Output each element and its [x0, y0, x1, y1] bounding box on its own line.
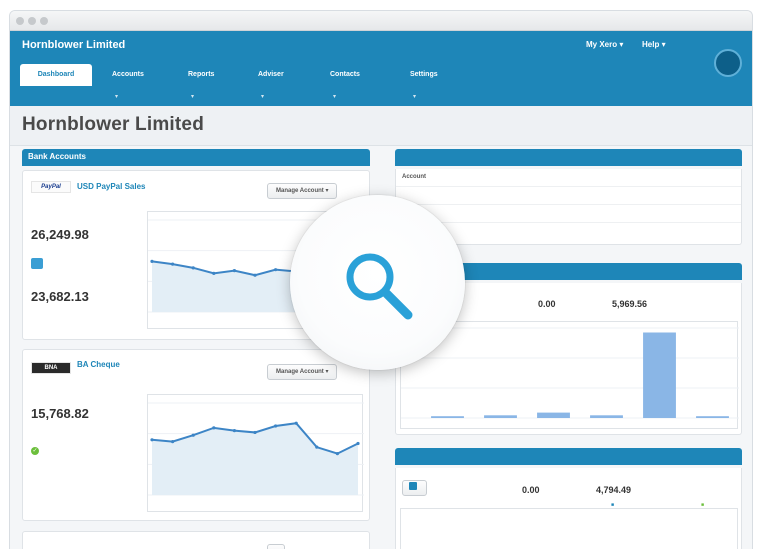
money-in-bar-chart: [401, 327, 739, 419]
bank-logo: BNA: [31, 362, 71, 374]
account-chart-cheque: [147, 394, 364, 512]
window-chrome: [10, 11, 752, 31]
help-menu[interactable]: Help ▾: [642, 40, 666, 49]
data-point: [191, 433, 195, 437]
account-name[interactable]: BA Cheque: [77, 360, 120, 369]
data-point: [232, 429, 236, 433]
statement-balance: 15,768.82: [31, 406, 89, 421]
window-minimize-icon[interactable]: [28, 17, 36, 25]
tab-accounts[interactable]: Accounts▾: [102, 64, 154, 100]
data-point: [253, 273, 257, 277]
data-point: [315, 445, 319, 449]
bank-account-card-cheque: BNA BA Cheque Manage Account ▾ 15,768.82…: [22, 349, 370, 521]
window-close-icon[interactable]: [16, 17, 24, 25]
bar: [696, 416, 729, 418]
data-point: [335, 452, 339, 456]
bar: [484, 415, 517, 418]
avatar[interactable]: [714, 49, 742, 77]
invoice-icon: [409, 482, 417, 490]
tab-settings[interactable]: Settings▾: [400, 64, 448, 100]
manage-account-button[interactable]: Manage Account ▾: [267, 364, 338, 380]
data-point: [191, 266, 195, 270]
balance-in-xero: 23,682.13: [31, 289, 89, 304]
bar: [590, 415, 623, 418]
bar: [431, 416, 464, 418]
data-point: [356, 441, 360, 446]
bar: [643, 332, 676, 418]
legend-paid: ■: [701, 502, 705, 508]
bank-account-card-savings: [22, 531, 370, 549]
table-header-row: Account: [396, 169, 741, 187]
tab-contacts[interactable]: Contacts▾: [320, 64, 370, 100]
add-payable-invoice-button[interactable]: [402, 480, 427, 496]
money-in-chart: [400, 321, 739, 429]
org-name[interactable]: Hornblower Limited: [22, 39, 125, 51]
tab-dashboard[interactable]: Dashboard: [20, 64, 92, 86]
data-point: [171, 262, 175, 266]
page-title: Hornblower Limited: [22, 114, 204, 135]
money-out-chart: ■ ■: [400, 502, 738, 549]
watchlist-header: [395, 149, 742, 166]
my-xero-menu[interactable]: My Xero ▾: [586, 40, 623, 49]
tab-reports[interactable]: Reports▾: [178, 64, 224, 100]
legend-awaiting-payment: ■: [611, 502, 615, 508]
data-point: [150, 259, 154, 263]
account-name[interactable]: USD PayPal Sales: [77, 182, 145, 191]
magnifier-overlay: [290, 195, 465, 370]
check-icon: ✓: [31, 447, 39, 455]
paypal-logo: PayPal: [31, 181, 71, 193]
table-row[interactable]: [396, 187, 741, 205]
bank-accounts-header: Bank Accounts: [22, 149, 370, 166]
overdue-invoices-value: 5,969.56: [612, 299, 648, 309]
money-out-header: [395, 448, 742, 465]
data-point: [253, 430, 257, 435]
balance-line-chart: [148, 402, 364, 496]
draft-invoices-value: 0.00: [538, 299, 556, 309]
data-point: [232, 269, 236, 273]
reconciled-status: ✓: [31, 446, 42, 455]
data-point: [274, 268, 278, 272]
draft-bills-value: 0.00: [522, 485, 540, 495]
reconcile-items-button[interactable]: [31, 258, 43, 269]
top-bar: Hornblower Limited My Xero ▾ Help ▾ Dash…: [10, 31, 752, 106]
page-title-band: Hornblower Limited: [10, 106, 752, 146]
bank-accounts-title: Bank Accounts: [28, 152, 86, 161]
data-point: [212, 426, 216, 430]
data-point: [294, 421, 298, 425]
bar: [537, 412, 570, 418]
manage-account-button[interactable]: [267, 544, 285, 549]
window-zoom-icon[interactable]: [40, 17, 48, 25]
data-point: [212, 271, 216, 275]
data-point: [150, 438, 154, 442]
data-point: [274, 424, 278, 428]
table-row[interactable]: [396, 205, 741, 223]
overdue-bills-value: 4,794.49: [596, 485, 632, 495]
data-point: [171, 440, 175, 444]
money-out-panel: 0.00 4,794.49 ■ ■: [395, 468, 742, 549]
search-icon: [346, 253, 413, 320]
manage-account-button[interactable]: Manage Account ▾: [267, 183, 338, 199]
tab-adviser[interactable]: Adviser▾: [248, 64, 294, 100]
statement-balance: 26,249.98: [31, 227, 89, 242]
